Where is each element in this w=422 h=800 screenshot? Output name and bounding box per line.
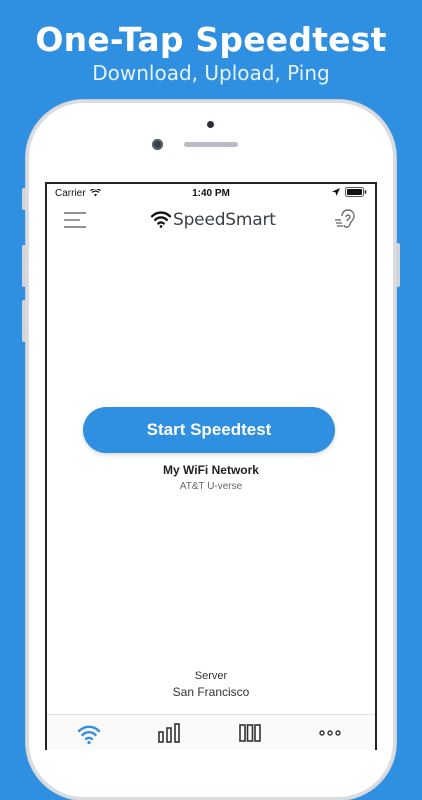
start-speedtest-button[interactable]: Start Speedtest [83, 407, 335, 453]
front-camera [152, 139, 163, 150]
app-logo-text: SpeedSmart [173, 210, 276, 230]
app-screen: Carrier 1:40 PM SpeedSmart Start Speedte… [45, 182, 377, 750]
server-value[interactable]: San Francisco [47, 685, 375, 699]
network-provider: AT&T U-verse [179, 481, 243, 492]
columns-icon [239, 724, 261, 742]
phone-volume-up-button [22, 245, 26, 287]
phone-sensor [207, 121, 214, 128]
more-dots-icon [319, 730, 341, 736]
earpiece-speaker [184, 142, 238, 147]
wifi-logo-icon [150, 211, 172, 228]
ear-icon[interactable] [335, 209, 357, 229]
server-label: Server [194, 670, 228, 682]
phone-volume-down-button [22, 300, 26, 342]
app-navbar: SpeedSmart [47, 204, 375, 236]
battery-icon [345, 187, 367, 197]
location-arrow-icon [332, 188, 340, 196]
promo-headline: One-Tap Speedtest [35, 20, 387, 59]
status-bar: Carrier 1:40 PM [47, 184, 375, 202]
phone-side-button [22, 188, 26, 210]
tab-compare[interactable] [239, 723, 261, 748]
promo-subheadline: Download, Upload, Ping [92, 61, 330, 85]
tab-more[interactable] [319, 723, 341, 748]
status-time: 1:40 PM [192, 188, 230, 199]
status-right [332, 187, 367, 197]
phone-power-button [396, 243, 400, 287]
network-name: My WiFi Network [163, 463, 259, 477]
tab-results[interactable] [158, 723, 180, 748]
hamburger-menu-icon[interactable] [64, 212, 86, 228]
wifi-icon [77, 725, 101, 745]
tab-bar [47, 714, 375, 750]
bar-chart-icon [158, 723, 180, 743]
tab-speedtest[interactable] [77, 723, 101, 750]
